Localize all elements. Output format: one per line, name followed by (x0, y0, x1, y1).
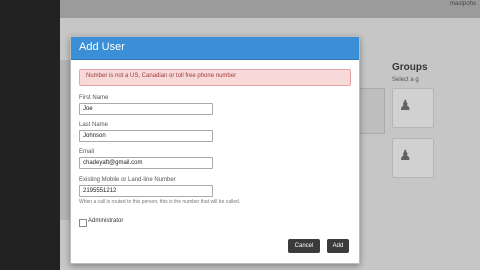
add-button[interactable]: Add (327, 239, 349, 253)
phone-value: 2195551212 (83, 188, 117, 194)
last-name-field[interactable]: Johnson (79, 130, 213, 142)
error-message: Number is not a US, Canadian or toll fre… (86, 73, 237, 79)
phone-label: Existing Mobile or Land-line Number (79, 177, 176, 183)
last-name-value: Johnson (83, 133, 106, 139)
first-name-value: Joe (83, 106, 93, 112)
dialog-title: Add User (79, 41, 125, 53)
phone-field[interactable]: 2195551212 (79, 185, 213, 197)
error-alert: Number is not a US, Canadian or toll fre… (79, 69, 351, 86)
email-value: chadeyaft@gmail.com (83, 160, 143, 166)
first-name-field[interactable]: Joe (79, 103, 213, 115)
last-name-label: Last Name (79, 122, 109, 128)
first-name-label: First Name (79, 95, 109, 101)
add-user-dialog: Add User Number is not a US, Canadian or… (70, 36, 360, 264)
email-label: Email (79, 149, 95, 155)
cancel-button[interactable]: Cancel (288, 239, 320, 253)
email-field[interactable]: chadeyaft@gmail.com (79, 157, 213, 169)
dialog-header: Add User (71, 37, 359, 60)
administrator-checkbox[interactable] (79, 219, 87, 227)
administrator-label: Administrator (88, 218, 124, 224)
phone-hint: When a call is routed to this person, th… (79, 199, 241, 205)
